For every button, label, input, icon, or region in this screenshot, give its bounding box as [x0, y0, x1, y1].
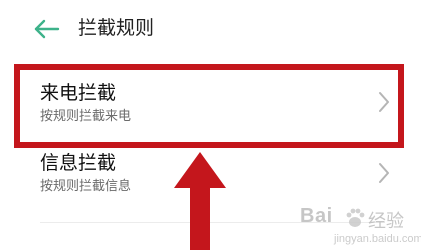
page-title: 拦截规则	[78, 17, 155, 39]
watermark: Bai 经验 jingyan.baidu.com	[300, 205, 421, 249]
arrow-up-icon	[174, 152, 226, 250]
watermark-suffix: 经验	[368, 211, 404, 232]
watermark-brand: Bai	[300, 205, 333, 227]
arrow-left-icon	[34, 19, 60, 39]
chevron-right-icon	[379, 163, 389, 183]
highlight-box	[14, 64, 404, 148]
item-subtitle: 按规则拦截信息	[40, 179, 132, 194]
top-bar: 拦截规则	[0, 0, 421, 56]
item-title: 信息拦截	[40, 152, 117, 174]
paw-icon	[346, 208, 365, 227]
watermark-url: jingyan.baidu.com	[334, 233, 421, 245]
back-button[interactable]	[30, 14, 64, 44]
